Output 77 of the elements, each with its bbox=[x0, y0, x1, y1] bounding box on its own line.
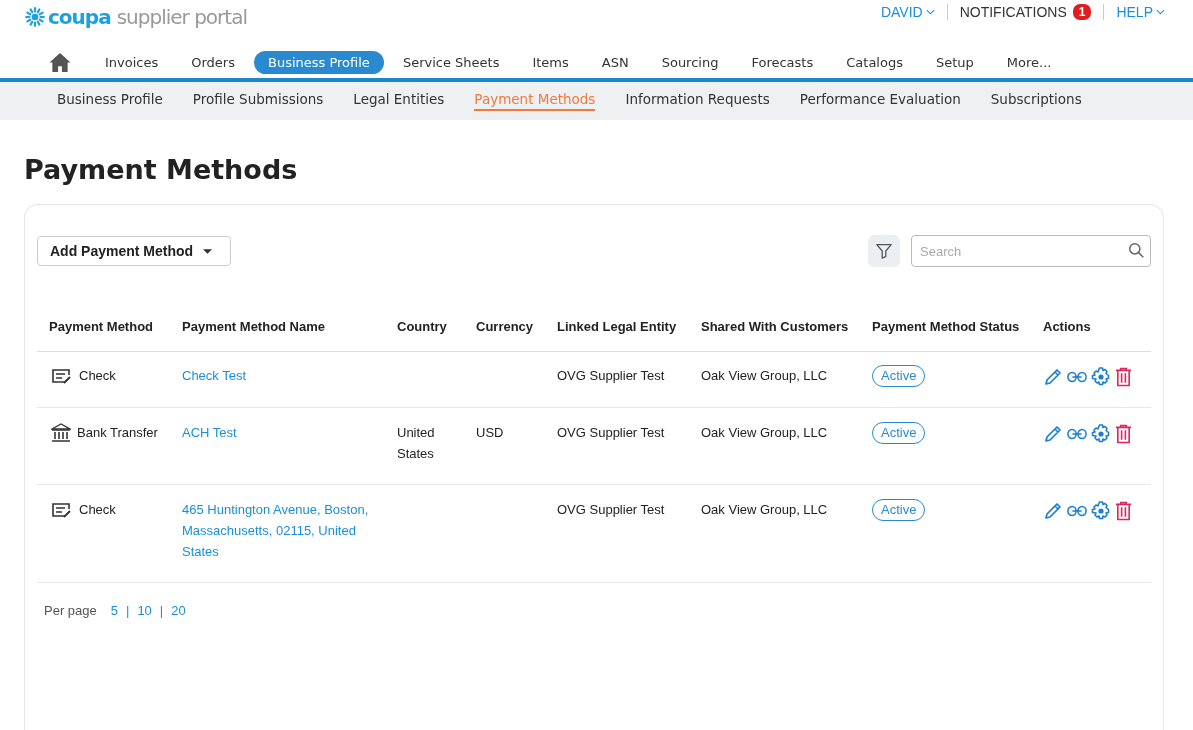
nav-tab[interactable]: ASN bbox=[587, 50, 643, 74]
nav-tab[interactable]: Catalogs bbox=[832, 50, 917, 74]
subnav-tab[interactable]: Legal Entities bbox=[353, 91, 445, 111]
column-header: Linked Legal Entity bbox=[557, 319, 677, 334]
home-icon[interactable] bbox=[48, 51, 72, 73]
link-icon[interactable] bbox=[1067, 428, 1087, 440]
table-cell: Oak View Group, LLC bbox=[701, 425, 828, 440]
nav-tab[interactable]: Forecasts bbox=[737, 50, 828, 74]
subnav-tab[interactable]: Subscriptions bbox=[990, 91, 1082, 111]
settings-icon[interactable] bbox=[1091, 424, 1111, 444]
page-size-separator: | bbox=[126, 603, 130, 618]
nav-tab[interactable]: Orders bbox=[177, 50, 249, 74]
column-header: Payment Method bbox=[49, 319, 153, 334]
filter-button[interactable] bbox=[868, 235, 900, 267]
edit-icon[interactable] bbox=[1043, 501, 1063, 521]
check-icon bbox=[51, 501, 73, 518]
subnav-tab[interactable]: Performance Evaluation bbox=[799, 91, 961, 111]
delete-icon[interactable] bbox=[1115, 424, 1132, 444]
settings-icon[interactable] bbox=[1091, 501, 1111, 521]
logo-icon bbox=[24, 6, 46, 28]
caret-icon bbox=[203, 248, 213, 254]
column-header: Payment Method Status bbox=[872, 319, 1020, 334]
payment-method-type: Bank Transfer bbox=[77, 424, 158, 442]
page-title: Payment Methods bbox=[24, 154, 298, 185]
table-cell: Oak View Group, LLC bbox=[701, 502, 828, 517]
chevron-down-icon bbox=[1156, 9, 1165, 15]
table-cell: Oak View Group, LLC bbox=[701, 368, 828, 383]
table-cell: OVG Supplier Test bbox=[557, 368, 665, 383]
edit-icon[interactable] bbox=[1043, 367, 1063, 387]
subnav-tab[interactable]: Business Profile bbox=[57, 91, 163, 111]
notification-count: 1 bbox=[1072, 4, 1092, 20]
logo-product: supplier portal bbox=[116, 5, 247, 29]
payment-method-link[interactable]: 465 Huntington Avenue, Boston, Massachusetts, 02115, United States bbox=[182, 499, 373, 562]
nav-tab[interactable]: Items bbox=[518, 50, 583, 74]
nav-tab[interactable]: Sourcing bbox=[647, 50, 733, 74]
nav-tab[interactable]: Setup bbox=[921, 50, 988, 74]
page-size-link[interactable]: 20 bbox=[171, 603, 186, 618]
user-menu[interactable]: DAVID bbox=[880, 4, 935, 20]
nav-tab[interactable]: Business Profile bbox=[254, 50, 384, 74]
table-cell: OVG Supplier Test bbox=[557, 502, 665, 517]
payment-method-type: Check bbox=[79, 367, 116, 385]
link-icon[interactable] bbox=[1067, 371, 1087, 383]
payment-method-link[interactable]: ACH Test bbox=[182, 422, 373, 443]
check-icon bbox=[51, 367, 73, 384]
bank-icon bbox=[51, 422, 71, 443]
page-size-link[interactable]: 10 bbox=[137, 603, 152, 618]
column-header: Currency bbox=[476, 319, 534, 334]
payment-method-link[interactable]: Check Test bbox=[182, 365, 373, 386]
page-size-link[interactable]: 5 bbox=[110, 603, 118, 618]
search-field[interactable]: Search bbox=[911, 235, 1151, 267]
search-icon bbox=[1128, 242, 1145, 259]
nav-tab[interactable]: More... bbox=[992, 50, 1066, 74]
table-cell: United States bbox=[397, 425, 435, 461]
filter-icon bbox=[875, 242, 893, 260]
link-icon[interactable] bbox=[1067, 505, 1087, 517]
notifications-link[interactable]: NOTIFICATIONS bbox=[959, 4, 1067, 20]
add-payment-method-button[interactable]: Add Payment Method bbox=[37, 236, 232, 266]
table-cell: USD bbox=[476, 425, 504, 440]
column-header: Country bbox=[397, 319, 447, 334]
column-header: Payment Method Name bbox=[182, 319, 326, 334]
subnav-tab[interactable]: Profile Submissions bbox=[192, 91, 324, 111]
table-cell: OVG Supplier Test bbox=[557, 425, 665, 440]
nav-tab[interactable]: Invoices bbox=[91, 50, 173, 74]
logo-brand: coupa bbox=[48, 5, 111, 29]
nav-tab[interactable]: Service Sheets bbox=[388, 50, 514, 74]
page-size-separator: | bbox=[159, 603, 164, 618]
edit-icon[interactable] bbox=[1043, 424, 1063, 444]
subnav-tab[interactable]: Information Requests bbox=[625, 91, 770, 111]
delete-icon[interactable] bbox=[1115, 501, 1132, 521]
column-header: Shared With Customers bbox=[701, 319, 849, 334]
delete-icon[interactable] bbox=[1115, 367, 1132, 387]
payment-method-type: Check bbox=[79, 501, 116, 519]
settings-icon[interactable] bbox=[1091, 367, 1111, 387]
column-header: Actions bbox=[1043, 319, 1091, 334]
help-menu[interactable]: HELP bbox=[1116, 4, 1165, 20]
per-page-label: Per page bbox=[44, 603, 97, 618]
chevron-down-icon bbox=[925, 9, 935, 15]
